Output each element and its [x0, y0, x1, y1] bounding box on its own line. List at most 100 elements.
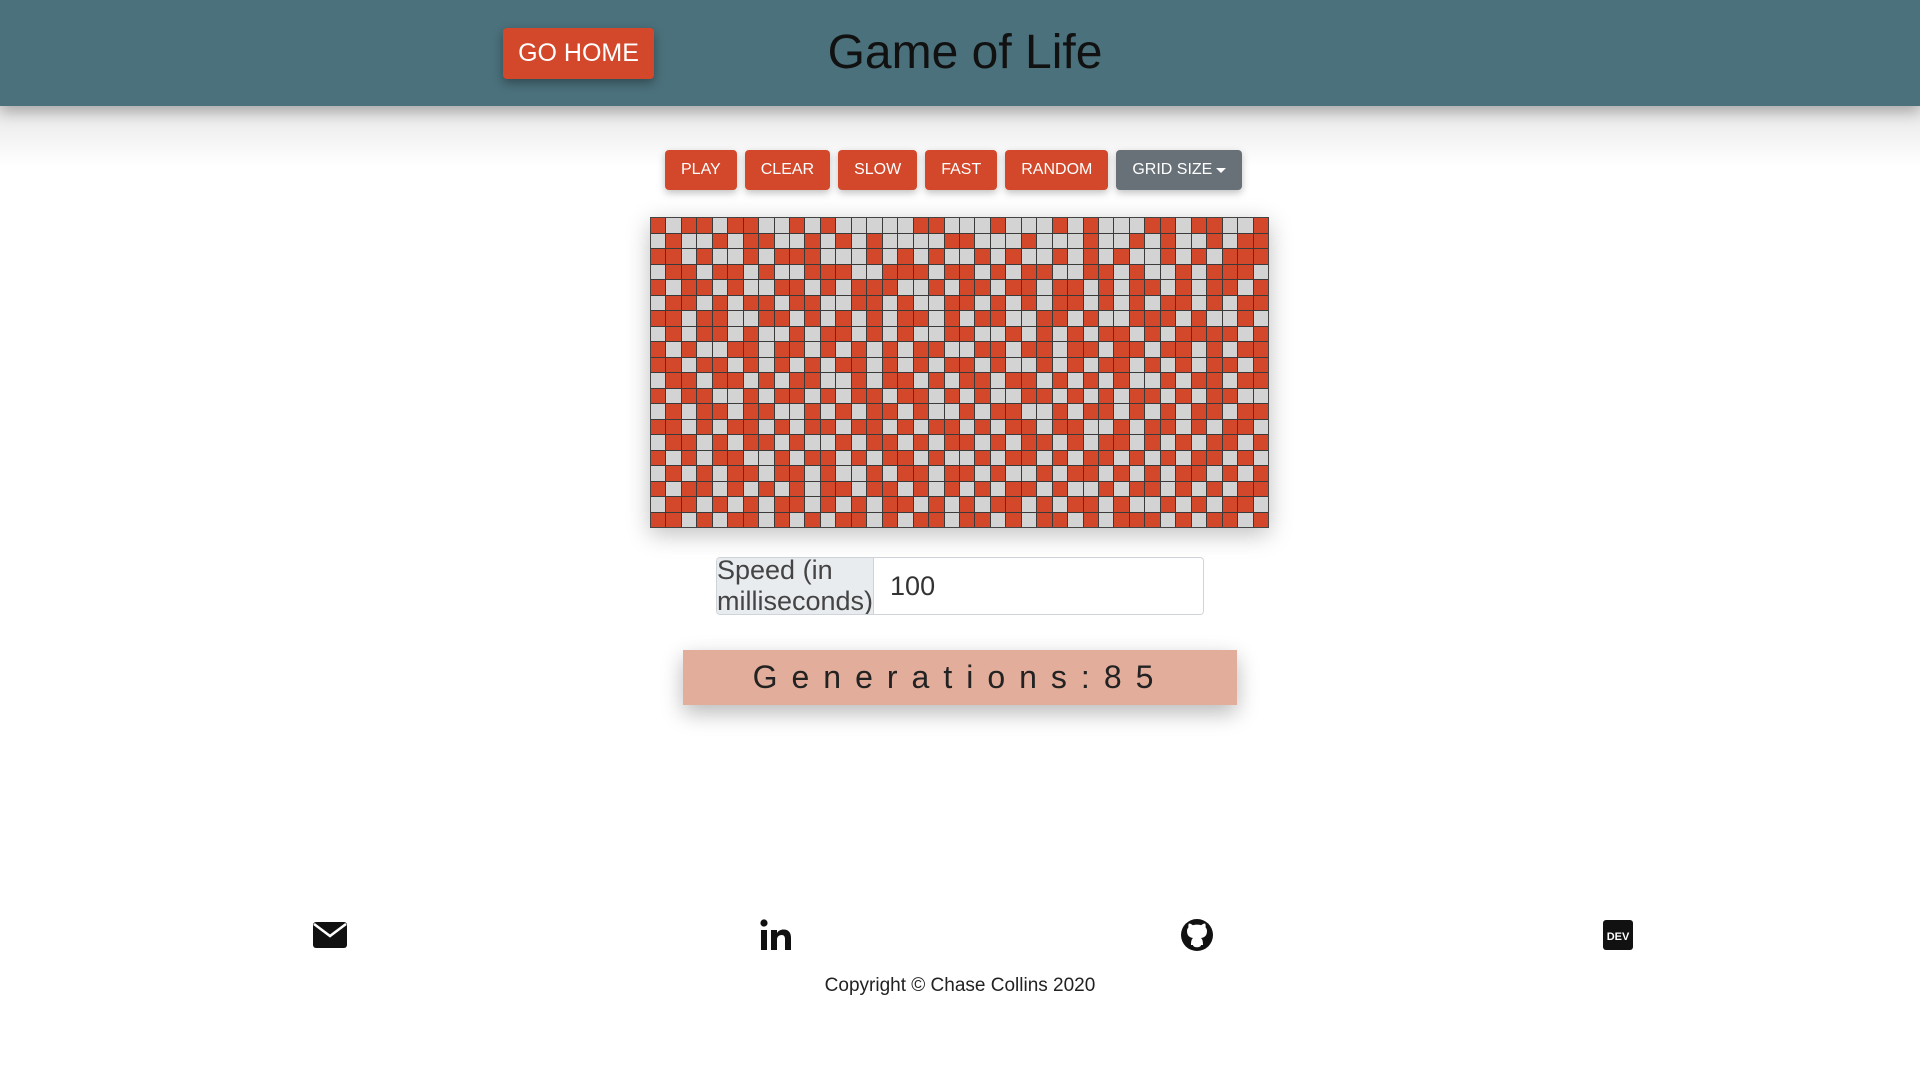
grid-cell[interactable]	[1176, 435, 1191, 450]
grid-cell[interactable]	[1191, 249, 1207, 264]
grid-cell[interactable]	[867, 295, 882, 310]
grid-cell[interactable]	[913, 295, 929, 310]
grid-cell[interactable]	[913, 512, 929, 527]
grid-cell[interactable]	[820, 450, 836, 465]
grid-cell[interactable]	[990, 233, 1006, 248]
grid-cell[interactable]	[805, 264, 820, 279]
grid-cell[interactable]	[651, 357, 666, 372]
grid-cell[interactable]	[867, 466, 882, 481]
grid-cell[interactable]	[681, 249, 697, 264]
grid-cell[interactable]	[929, 233, 944, 248]
grid-cell[interactable]	[990, 295, 1006, 310]
grid-cell[interactable]	[1099, 419, 1114, 434]
grid-cell[interactable]	[1052, 419, 1068, 434]
grid-cell[interactable]	[1129, 295, 1145, 310]
grid-cell[interactable]	[898, 342, 913, 357]
grid-cell[interactable]	[712, 419, 728, 434]
grid-cell[interactable]	[929, 311, 944, 326]
grid-cell[interactable]	[774, 233, 790, 248]
grid-cell[interactable]	[944, 311, 959, 326]
grid-cell[interactable]	[867, 233, 882, 248]
grid-cell[interactable]	[759, 311, 774, 326]
grid-cell[interactable]	[913, 311, 929, 326]
grid-cell[interactable]	[1052, 388, 1068, 403]
grid-cell[interactable]	[1068, 388, 1083, 403]
grid-cell[interactable]	[712, 512, 728, 527]
grid-cell[interactable]	[1037, 497, 1052, 512]
grid-cell[interactable]	[728, 233, 743, 248]
grid-cell[interactable]	[743, 326, 759, 341]
grid-cell[interactable]	[666, 280, 681, 295]
grid-cell[interactable]	[944, 481, 959, 496]
grid-cell[interactable]	[790, 357, 805, 372]
grid-cell[interactable]	[867, 373, 882, 388]
grid-cell[interactable]	[1006, 497, 1021, 512]
grid-cell[interactable]	[1253, 342, 1268, 357]
grid-cell[interactable]	[1099, 481, 1114, 496]
grid-cell[interactable]	[743, 419, 759, 434]
grid-cell[interactable]	[1222, 295, 1238, 310]
grid-cell[interactable]	[959, 388, 975, 403]
grid-cell[interactable]	[1021, 373, 1037, 388]
grid-cell[interactable]	[1037, 419, 1052, 434]
grid-cell[interactable]	[1191, 450, 1207, 465]
grid-cell[interactable]	[790, 481, 805, 496]
grid-cell[interactable]	[1253, 264, 1268, 279]
grid-cell[interactable]	[651, 404, 666, 419]
grid-cell[interactable]	[1114, 326, 1129, 341]
grid-cell[interactable]	[774, 435, 790, 450]
grid-cell[interactable]	[774, 373, 790, 388]
grid-cell[interactable]	[697, 512, 712, 527]
grid-cell[interactable]	[1145, 264, 1160, 279]
grid-cell[interactable]	[913, 342, 929, 357]
grid-cell[interactable]	[1083, 388, 1099, 403]
grid-cell[interactable]	[666, 404, 681, 419]
grid-cell[interactable]	[851, 435, 867, 450]
grid-cell[interactable]	[898, 497, 913, 512]
grid-cell[interactable]	[851, 311, 867, 326]
grid-cell[interactable]	[1083, 218, 1099, 233]
grid-cell[interactable]	[1222, 404, 1238, 419]
grid-cell[interactable]	[1253, 404, 1268, 419]
github-icon[interactable]	[1177, 915, 1217, 955]
grid-cell[interactable]	[666, 311, 681, 326]
grid-cell[interactable]	[1006, 466, 1021, 481]
grid-cell[interactable]	[1068, 311, 1083, 326]
grid-cell[interactable]	[1037, 280, 1052, 295]
grid-cell[interactable]	[990, 497, 1006, 512]
grid-cell[interactable]	[1068, 450, 1083, 465]
grid-cell[interactable]	[1083, 264, 1099, 279]
grid-cell[interactable]	[759, 218, 774, 233]
grid-cell[interactable]	[1238, 264, 1253, 279]
grid-cell[interactable]	[959, 512, 975, 527]
grid-cell[interactable]	[1114, 311, 1129, 326]
grid-cell[interactable]	[1068, 481, 1083, 496]
grid-cell[interactable]	[820, 249, 836, 264]
grid-cell[interactable]	[805, 435, 820, 450]
grid-cell[interactable]	[882, 512, 898, 527]
grid-cell[interactable]	[929, 512, 944, 527]
grid-cell[interactable]	[898, 264, 913, 279]
grid-cell[interactable]	[1114, 466, 1129, 481]
grid-cell[interactable]	[1037, 295, 1052, 310]
grid-cell[interactable]	[681, 264, 697, 279]
grid-cell[interactable]	[651, 280, 666, 295]
grid-cell[interactable]	[1052, 295, 1068, 310]
grid-cell[interactable]	[990, 435, 1006, 450]
grid-cell[interactable]	[651, 512, 666, 527]
grid-cell[interactable]	[743, 357, 759, 372]
grid-cell[interactable]	[1129, 280, 1145, 295]
grid-cell[interactable]	[1160, 233, 1176, 248]
grid-cell[interactable]	[882, 419, 898, 434]
grid-cell[interactable]	[959, 497, 975, 512]
grid-cell[interactable]	[1068, 233, 1083, 248]
grid-cell[interactable]	[790, 388, 805, 403]
grid-cell[interactable]	[882, 295, 898, 310]
grid-cell[interactable]	[1114, 280, 1129, 295]
grid-cell[interactable]	[851, 497, 867, 512]
grid-cell[interactable]	[1238, 342, 1253, 357]
grid-cell[interactable]	[1006, 450, 1021, 465]
grid-cell[interactable]	[867, 249, 882, 264]
grid-cell[interactable]	[1099, 373, 1114, 388]
grid-cell[interactable]	[1145, 280, 1160, 295]
